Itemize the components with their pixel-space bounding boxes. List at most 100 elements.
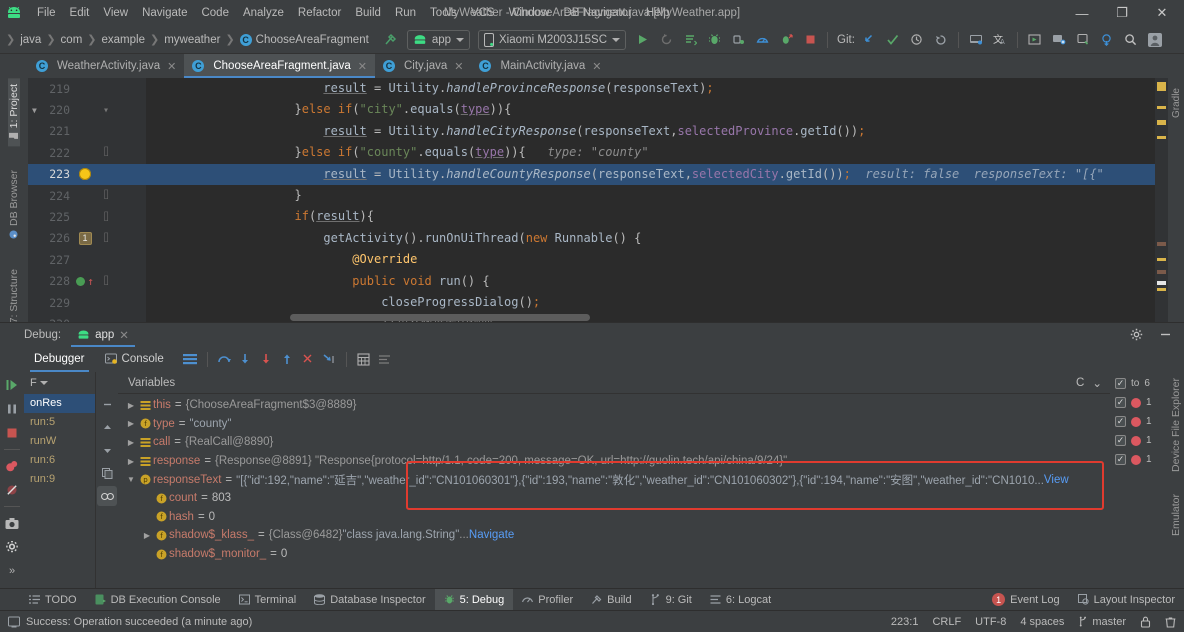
trash-icon[interactable] (1165, 616, 1176, 628)
breadcrumb-myweather[interactable]: myweather (161, 34, 223, 46)
fold-marker[interactable]: ⌷ (96, 212, 116, 223)
sidebar-item-project[interactable]: 1: Project (8, 78, 20, 147)
stop-icon[interactable] (799, 29, 821, 51)
mute-breakpoints-icon[interactable] (2, 480, 22, 500)
code-line-225[interactable]: if(result){ (146, 206, 1168, 227)
screenshot-icon[interactable] (2, 513, 22, 533)
variable-row[interactable]: f shadow$_monitor_ = 0 (118, 545, 1110, 564)
stop-icon[interactable] (2, 423, 22, 443)
hide-icon[interactable] (1155, 324, 1176, 345)
breakpoint-row[interactable]: ✓ 1 (1112, 431, 1158, 450)
fold-marker[interactable]: ⌷ (96, 190, 116, 201)
debug-session-tab[interactable]: app ✕ (71, 323, 135, 347)
expand-icon[interactable]: ▶ (124, 457, 138, 466)
usage-count-badge[interactable]: 1 (78, 231, 92, 245)
frame-row[interactable]: runW (24, 432, 95, 451)
fold-marker[interactable]: ▾ (96, 105, 116, 116)
breadcrumb-java[interactable]: java (17, 34, 44, 46)
device-manager-icon[interactable] (1048, 29, 1070, 51)
variables-list[interactable]: ▶ this = {ChooseAreaFragment$3@8889} ▶ f type =… (118, 394, 1110, 588)
bottom-tab-event-log[interactable]: 1 Event Log (983, 589, 1069, 611)
menu-item-vcs[interactable]: VCS (464, 4, 502, 22)
minimize-button[interactable]: — (1062, 0, 1102, 26)
menu-item-navigate[interactable]: Navigate (135, 4, 194, 22)
close-icon[interactable]: ✕ (119, 328, 129, 342)
file-encoding[interactable]: UTF-8 (975, 616, 1006, 628)
gutter-line-225[interactable]: 225 ⌷ (28, 206, 146, 227)
menu-item-help[interactable]: Help (639, 4, 677, 22)
rerun-icon[interactable] (655, 29, 677, 51)
breakpoint-row[interactable]: ✓ 1 (1112, 450, 1158, 469)
line-separator[interactable]: CRLF (932, 616, 961, 628)
run-icon[interactable] (631, 29, 653, 51)
bottom-tab-git[interactable]: 9: Git (641, 589, 701, 611)
menu-item-db-navigator[interactable]: DB Navigator (556, 4, 638, 22)
gutter-marker[interactable] (74, 168, 96, 181)
breakpoint-checkbox[interactable]: ✓ (1115, 435, 1126, 446)
device-selector[interactable]: Xiaomi M2003J15SC (478, 29, 627, 50)
gutter-line-224[interactable]: 224 ⌷ (28, 185, 146, 206)
gutter-line-222[interactable]: 222 ⌷ (28, 142, 146, 163)
fold-marker[interactable]: ⌷ (96, 276, 116, 287)
frames-panel[interactable]: F onRes run:5 runW run:6 run:9 (24, 372, 96, 588)
gutter-line-230[interactable]: 230 (28, 313, 146, 322)
minus-icon[interactable] (97, 394, 117, 414)
breakpoint-dot-icon[interactable] (1131, 454, 1141, 465)
breakpoints-list[interactable]: ✓ to 6 ✓ 1 ✓ 1 ✓ 1 ✓ 1 (1112, 374, 1158, 469)
frame-row[interactable]: run:9 (24, 470, 95, 489)
bottom-tab-logcat[interactable]: 6: Logcat (701, 589, 780, 611)
tab-debugger[interactable]: Debugger (24, 346, 95, 372)
code-line-224[interactable]: } (146, 185, 1168, 206)
force-step-into-icon[interactable] (256, 349, 277, 370)
frame-row[interactable]: run:5 (24, 413, 95, 432)
build-hammer-icon[interactable] (380, 29, 402, 51)
editor-gutter[interactable]: 219 220 ▾ ▼ 221 222 ⌷ 223 224 ⌷ 225 ⌷ 226 1 ⌷ 227 228 ↑ ⌷ 2… (28, 78, 146, 322)
layout-icon[interactable] (180, 349, 201, 370)
indent-setting[interactable]: 4 spaces (1020, 616, 1064, 628)
editor-horizontal-scrollbar[interactable] (266, 314, 1148, 322)
bottom-tab-database-inspector[interactable]: Database Inspector (305, 589, 434, 611)
expand-collapse-icon[interactable]: ▼ (124, 475, 138, 484)
breakpoint-row[interactable]: ✓ 1 (1112, 393, 1158, 412)
step-into-icon[interactable] (235, 349, 256, 370)
resume-icon[interactable] (2, 375, 22, 395)
variable-row[interactable]: ▶ f shadow$_klass_ = {Class@6482} "class jav… (118, 526, 1110, 545)
gutter-line-219[interactable]: 219 (28, 78, 146, 99)
frame-row[interactable]: run:6 (24, 451, 95, 470)
bottom-tab-db-execution-console[interactable]: DB Execution Console (86, 589, 230, 611)
variable-row[interactable]: ▶ response = {Response@8891} "Response{prot… (118, 452, 1110, 471)
menu-item-code[interactable]: Code (194, 4, 236, 22)
avd-manager-icon[interactable] (965, 29, 987, 51)
lock-icon[interactable] (1140, 616, 1151, 628)
menu-item-edit[interactable]: Edit (63, 4, 97, 22)
code-line-226[interactable]: getActivity().runOnUiThread(new Runnable… (146, 228, 1168, 249)
editor-tab-city[interactable]: C City.java ✕ (375, 54, 471, 78)
arrow-up-icon[interactable] (97, 417, 117, 437)
gutter-line-226[interactable]: 226 1 ⌷ (28, 228, 146, 249)
attach-debugger-icon[interactable] (727, 29, 749, 51)
chevron-down-icon[interactable] (39, 381, 48, 385)
run-with-coverage-icon[interactable] (679, 29, 701, 51)
breakpoints-dock[interactable]: ✓ to 6 ✓ 1 ✓ 1 ✓ 1 ✓ 1 (1110, 372, 1168, 588)
implementing-method-icon[interactable]: ↑ (87, 275, 94, 288)
variable-row[interactable]: ▼ p responseText = "[{"id":192,"name":"延吉","… (118, 470, 1110, 489)
gradle-sync-icon[interactable] (1096, 29, 1118, 51)
variable-row[interactable]: ▶ call = {RealCall@8890} (118, 433, 1110, 452)
editor-tab-weatheractivity[interactable]: C WeatherActivity.java ✕ (28, 54, 184, 78)
variables-c-label[interactable]: C (1076, 377, 1084, 389)
watch-icon[interactable] (97, 486, 117, 506)
profiler-icon[interactable] (751, 29, 773, 51)
sidebar-item-db-browser[interactable]: DB Browser (8, 164, 20, 245)
gutter-line-220[interactable]: 220 ▾ ▼ (28, 99, 146, 120)
view-breakpoints-icon[interactable] (2, 456, 22, 476)
menu-item-window[interactable]: Window (502, 4, 557, 22)
code-line-228[interactable]: public void run() { (146, 271, 1168, 292)
close-icon[interactable]: ✕ (592, 60, 601, 73)
code-line-222[interactable]: }else if("county".equals(type)){ type: "… (146, 142, 1168, 163)
breakpoint-checkbox[interactable]: ✓ (1115, 454, 1126, 465)
caret-position[interactable]: 223:1 (891, 616, 919, 628)
breakpoint-row[interactable]: ✓ to 6 (1112, 374, 1158, 393)
override-marker[interactable]: ↑ (76, 275, 94, 288)
breakpoint-dot-icon[interactable] (1131, 435, 1141, 446)
sidebar-item-gradle[interactable]: Gradle (1171, 82, 1182, 124)
